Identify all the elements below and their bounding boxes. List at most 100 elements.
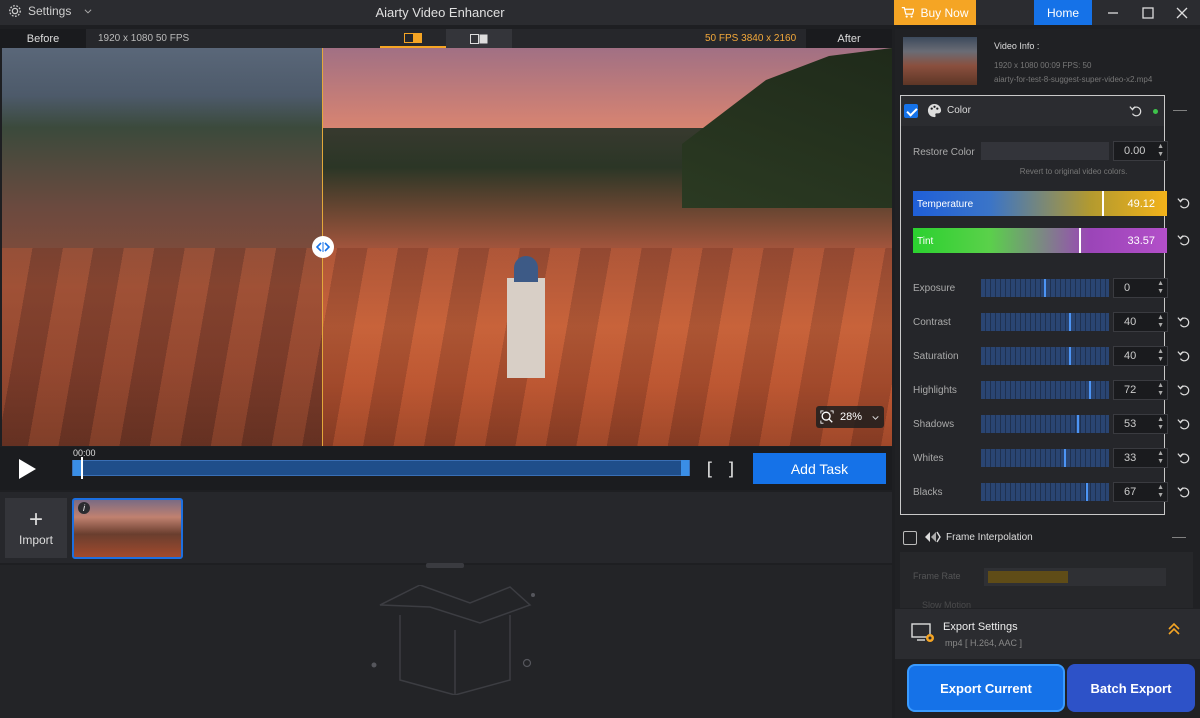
restore-color-slider[interactable] (981, 142, 1109, 160)
split-view-icon (404, 32, 422, 43)
slider-knob[interactable] (1089, 381, 1091, 399)
stepper-icon[interactable]: ▲ ▼ (1157, 348, 1164, 364)
export-settings-title: Export Settings (943, 621, 1018, 633)
tint-marker[interactable] (1079, 228, 1081, 253)
slider-knob[interactable] (1086, 483, 1088, 501)
add-task-button[interactable]: Add Task (753, 453, 886, 484)
slider-exposure[interactable] (981, 279, 1109, 297)
slider-knob[interactable] (1069, 347, 1071, 365)
mark-in-button[interactable]: [ (704, 459, 715, 480)
temperature-reset-icon[interactable] (1177, 196, 1191, 210)
zoom-control[interactable]: 28% (816, 406, 884, 428)
media-bin: + Import i (0, 492, 892, 563)
restore-color-field[interactable]: 0.00 ▲ ▼ (1113, 141, 1168, 161)
empty-box-icon (371, 585, 535, 695)
slider-value-field[interactable]: 0 ▲ ▼ (1113, 278, 1168, 298)
frame-interpolation-checkbox[interactable] (903, 531, 917, 545)
slider-value-field[interactable]: 40 ▲ ▼ (1113, 346, 1168, 366)
collapse-button[interactable]: — (1173, 101, 1187, 117)
slider-value-field[interactable]: 72 ▲ ▼ (1113, 380, 1168, 400)
close-button[interactable] (1164, 0, 1200, 25)
stepper-icon[interactable]: ▲ ▼ (1157, 450, 1164, 466)
playhead[interactable] (81, 457, 83, 479)
after-info: 50 FPS 3840 x 2160 (705, 33, 797, 44)
stepper-icon[interactable]: ▲ ▼ (1157, 484, 1164, 500)
export-current-button[interactable]: Export Current (907, 664, 1065, 712)
frame-rate-slider[interactable] (984, 568, 1166, 586)
reset-icon[interactable] (1177, 417, 1191, 431)
stepper-icon[interactable]: ▲ ▼ (1157, 382, 1164, 398)
tint-reset-icon[interactable] (1177, 233, 1191, 247)
slider-saturation[interactable] (981, 347, 1109, 365)
reset-icon[interactable] (1177, 451, 1191, 465)
tint-slider[interactable]: Tint 33.57 (913, 228, 1167, 253)
video-preview[interactable]: 28% (2, 48, 892, 446)
batch-export-button[interactable]: Batch Export (1067, 664, 1195, 712)
slider-blacks[interactable] (981, 483, 1109, 501)
slider-value-field[interactable]: 53 ▲ ▼ (1113, 414, 1168, 434)
frame-interpolation-title: Frame Interpolation (946, 532, 1033, 543)
slider-label-shadows: Shadows (913, 419, 955, 430)
minimize-icon (1108, 11, 1118, 14)
slider-knob[interactable] (1077, 415, 1079, 433)
timeline-track[interactable] (72, 460, 690, 476)
maximize-button[interactable] (1130, 0, 1166, 25)
trim-end-handle[interactable] (681, 460, 689, 476)
zoom-level: 28% (840, 411, 863, 423)
chevron-up-icon[interactable] (1167, 622, 1181, 636)
temperature-label: Temperature (917, 199, 974, 210)
video-thumbnail[interactable]: i (72, 498, 183, 559)
reset-icon[interactable] (1177, 315, 1191, 329)
slider-contrast[interactable] (981, 313, 1109, 331)
slider-knob[interactable] (1064, 449, 1066, 467)
stepper-icon[interactable]: ▲ ▼ (1157, 280, 1164, 296)
preview-header: Before 1920 x 1080 50 FPS 50 FPS 3840 x … (0, 29, 892, 48)
slider-knob[interactable] (1044, 279, 1046, 297)
temperature-slider[interactable]: Temperature 49.12 (913, 191, 1167, 216)
slider-whites[interactable] (981, 449, 1109, 467)
minimize-button[interactable] (1095, 0, 1131, 25)
slider-label-whites: Whites (913, 453, 944, 464)
maximize-icon (1142, 6, 1154, 19)
drag-arrows-icon (316, 242, 330, 252)
temperature-value: 49.12 (1127, 198, 1155, 210)
stepper-icon[interactable]: ▲ ▼ (1157, 416, 1164, 432)
frames-icon (925, 531, 941, 543)
slider-highlights[interactable] (981, 381, 1109, 399)
home-button[interactable]: Home (1034, 0, 1092, 25)
bell-tower (507, 278, 545, 378)
after-label: After (806, 29, 892, 48)
info-icon[interactable]: i (78, 502, 90, 514)
compare-handle[interactable] (312, 236, 334, 258)
slider-value-field[interactable]: 40 ▲ ▼ (1113, 312, 1168, 332)
side-by-side-view-button[interactable] (446, 29, 512, 48)
slider-knob[interactable] (1069, 313, 1071, 331)
stepper-icon[interactable]: ▲ ▼ (1157, 314, 1164, 330)
split-view-button[interactable] (380, 29, 446, 48)
slider-shadows[interactable] (981, 415, 1109, 433)
video-info: Video Info : 1920 x 1080 00:09 FPS: 50 a… (895, 29, 1200, 91)
mark-out-button[interactable]: ] (726, 459, 737, 480)
slider-value: 33 (1124, 452, 1137, 464)
temperature-marker[interactable] (1102, 191, 1104, 216)
plus-icon: + (28, 506, 43, 533)
play-icon[interactable] (14, 456, 40, 482)
stepper-icon[interactable]: ▲ ▼ (1157, 143, 1164, 159)
reset-icon[interactable] (1129, 104, 1143, 118)
video-info-title: Video Info : (994, 41, 1040, 51)
frame-interpolation-header: Frame Interpolation — (895, 522, 1200, 552)
color-enable-checkbox[interactable] (904, 104, 918, 118)
reset-icon[interactable] (1177, 383, 1191, 397)
buy-now-button[interactable]: Buy Now (894, 0, 976, 25)
import-button[interactable]: + Import (5, 498, 67, 558)
frame-interpolation-collapse[interactable]: — (1172, 528, 1186, 544)
trim-start-handle[interactable] (73, 460, 81, 476)
video-info-thumbnail (903, 37, 977, 85)
reset-icon[interactable] (1177, 485, 1191, 499)
slider-label-exposure: Exposure (913, 283, 956, 294)
resize-grip[interactable] (426, 563, 464, 568)
slider-value-field[interactable]: 67 ▲ ▼ (1113, 482, 1168, 502)
slider-value-field[interactable]: 33 ▲ ▼ (1113, 448, 1168, 468)
export-settings[interactable]: Export Settings mp4 [ H.264, AAC ] (895, 609, 1200, 659)
reset-icon[interactable] (1177, 349, 1191, 363)
